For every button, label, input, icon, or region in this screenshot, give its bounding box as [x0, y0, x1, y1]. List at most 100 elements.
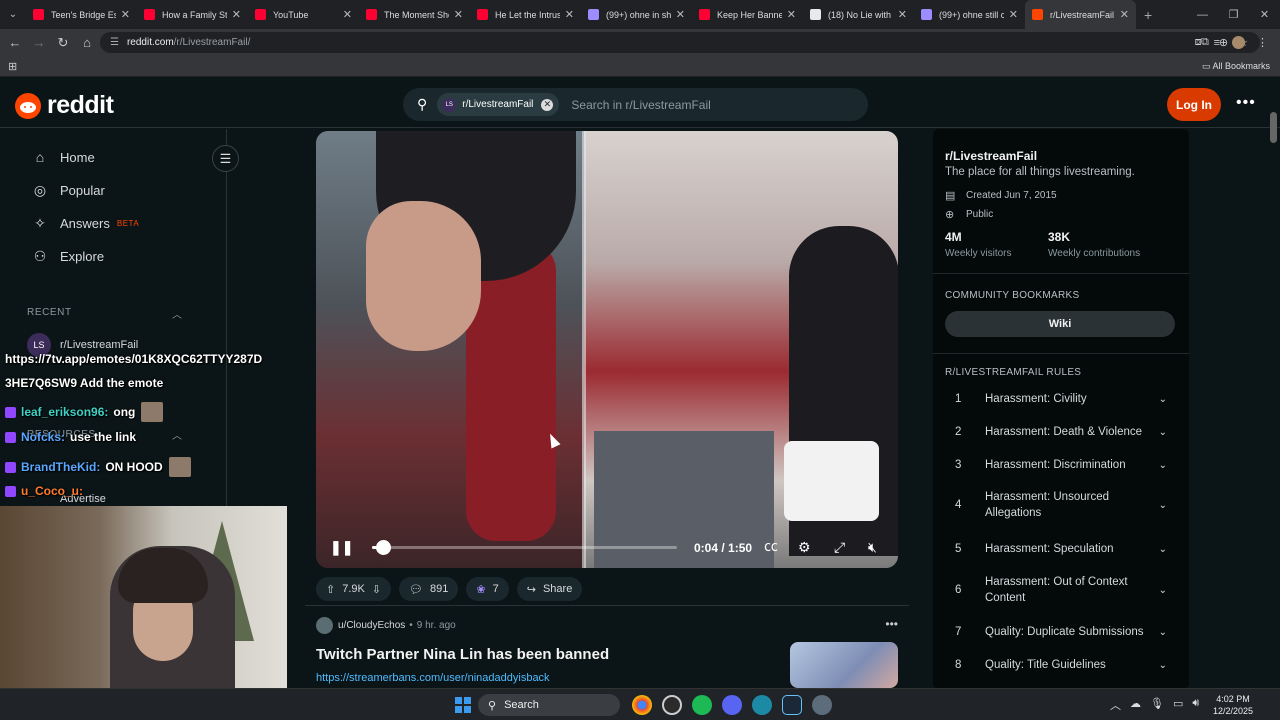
clear-chip-icon[interactable]: ✕ [541, 98, 554, 111]
subreddit-search-chip[interactable]: LS r/LivestreamFail ✕ [437, 93, 560, 116]
chevron-down-icon[interactable]: ⌄ [1159, 544, 1167, 555]
windows-start-icon[interactable] [455, 697, 471, 713]
site-info-icon[interactable]: ☰ [110, 37, 119, 48]
home-button-icon[interactable]: ⌂ [75, 35, 99, 50]
chrome-icon[interactable] [632, 695, 652, 715]
apps-grid-icon[interactable]: ⊞ [8, 60, 17, 73]
close-tab-icon[interactable]: ✕ [454, 8, 463, 21]
close-tab-icon[interactable]: ✕ [787, 8, 796, 21]
browser-tab[interactable]: (99+) ohne in sho ✕ [581, 0, 692, 29]
rule-item[interactable]: 7 Quality: Duplicate Submissions ⌄ [955, 624, 1167, 640]
profile-avatar[interactable] [1232, 36, 1245, 49]
rule-item[interactable]: 8 Quality: Title Guidelines ⌄ [955, 657, 1167, 673]
network-icon[interactable]: ▭ [1173, 697, 1183, 713]
rule-item[interactable]: 2 Harassment: Death & Violence ⌄ [955, 424, 1167, 440]
spotify-icon[interactable] [692, 695, 712, 715]
post-options-icon[interactable]: ••• [885, 617, 898, 631]
sidebar-item-popular[interactable]: ◎ Popular [32, 182, 105, 199]
url-bar[interactable]: ☰ reddit.com/r/LivestreamFail/ ⧉ ⊕ ☆ [100, 32, 1260, 53]
comments-button[interactable]: 💬︎ 891 [399, 577, 459, 601]
settings-app-icon[interactable] [812, 695, 832, 715]
wiki-button[interactable]: Wiki [945, 311, 1175, 337]
rule-item[interactable]: 5 Harassment: Speculation ⌄ [955, 541, 1167, 557]
mute-icon[interactable]: 🔇︎ [868, 539, 877, 556]
close-window-icon[interactable]: ✕ [1249, 8, 1280, 21]
volume-icon[interactable]: 🔊︎ [1192, 697, 1199, 713]
steam-icon[interactable] [782, 695, 802, 715]
reload-icon[interactable]: ↻ [51, 35, 75, 51]
reddit-logo[interactable]: reddit [15, 91, 114, 120]
browser-menu-icon[interactable]: ⋮ [1257, 36, 1268, 49]
chevron-down-icon[interactable]: ⌄ [1159, 460, 1167, 471]
taskbar-search[interactable]: ⚲ Search [478, 694, 620, 716]
chevron-down-icon[interactable]: ⌄ [1159, 427, 1167, 438]
forward-icon[interactable]: → [27, 35, 51, 50]
browser-tab[interactable]: He Let the Intrusi ✕ [470, 0, 581, 29]
rule-item[interactable]: 1 Harassment: Civility ⌄ [955, 391, 1167, 407]
search-bar[interactable]: ⚲ LS r/LivestreamFail ✕ [403, 88, 868, 121]
chevron-up-icon[interactable]: ︿ [172, 306, 182, 321]
chevron-down-icon[interactable]: ⌄ [1159, 585, 1167, 596]
rule-item[interactable]: 4 Harassment: Unsourced Allegations ⌄ [955, 489, 1167, 521]
browser-tab[interactable]: How a Family Sto ✕ [137, 0, 248, 29]
close-tab-icon[interactable]: ✕ [565, 8, 574, 21]
close-tab-icon[interactable]: ✕ [1009, 8, 1018, 21]
back-icon[interactable]: ← [3, 35, 27, 50]
award-button[interactable]: ❀ 7 [466, 577, 509, 601]
close-tab-icon[interactable]: ✕ [121, 8, 130, 21]
settings-gear-icon[interactable]: ⚙ [798, 539, 811, 556]
close-tab-icon[interactable]: ✕ [343, 8, 352, 21]
obs-icon[interactable] [662, 695, 682, 715]
close-tab-icon[interactable]: ✕ [676, 8, 685, 21]
close-tab-icon[interactable]: ✕ [1120, 8, 1129, 21]
chevron-up-icon[interactable]: ︿ [172, 427, 182, 442]
chevron-down-icon[interactable]: ⌄ [1159, 500, 1167, 511]
video-progress-bar[interactable] [372, 540, 677, 555]
close-tab-icon[interactable]: ✕ [232, 8, 241, 21]
browser-tab[interactable]: (99+) ohne still co ✕ [914, 0, 1025, 29]
minimize-icon[interactable]: — [1187, 9, 1218, 21]
share-button[interactable]: ↪ Share [516, 577, 583, 601]
microphone-icon[interactable]: 🎙︎ [1150, 697, 1164, 713]
tab-search-icon[interactable]: ⌄ [0, 0, 26, 29]
discord-icon[interactable] [722, 695, 742, 715]
rule-item[interactable]: 6 Harassment: Out of Context Content ⌄ [955, 574, 1167, 606]
post-card[interactable]: u/CloudyEchos • 9 hr. ago ••• Twitch Par… [316, 617, 906, 688]
downvote-icon[interactable]: ⇩ [372, 583, 381, 596]
browser-tab[interactable]: Teen's Bridge Esca ✕ [26, 0, 137, 29]
video-player[interactable]: ❚❚ 0:04 / 1:50 ㏄ ⚙ ⤢ 🔇︎ [316, 131, 898, 568]
chevron-down-icon[interactable]: ⌄ [1159, 394, 1167, 405]
login-button[interactable]: Log In [1167, 88, 1221, 121]
all-bookmarks[interactable]: ▭ All Bookmarks [1202, 61, 1270, 72]
browser-tab[interactable]: YouTube ✕ [248, 0, 359, 29]
sidebar-item-answers[interactable]: ✧ Answers BETA [32, 215, 139, 232]
post-thumbnail[interactable] [790, 642, 898, 688]
taskbar-clock[interactable]: 4:02 PM 12/2/2025 [1213, 693, 1253, 717]
media-icon[interactable]: ≡ [1214, 37, 1220, 49]
collapse-sidebar-button[interactable]: ☰ [212, 145, 239, 172]
extensions-icon[interactable]: ⧈ [1195, 36, 1202, 49]
post-author[interactable]: u/CloudyEchos [338, 620, 405, 631]
more-options-icon[interactable]: ••• [1236, 94, 1256, 112]
restore-icon[interactable]: ❐ [1218, 8, 1249, 21]
new-tab-button[interactable]: + [1144, 7, 1152, 23]
sidebar-item-home[interactable]: ⌂ Home [32, 149, 95, 165]
edge-icon[interactable] [752, 695, 772, 715]
video-scrubber-handle[interactable] [375, 540, 391, 555]
page-scrollbar[interactable] [1270, 112, 1277, 143]
browser-tab[interactable]: r/LivestreamFail ✕ [1025, 0, 1136, 29]
browser-tab[interactable]: The Moment She ✕ [359, 0, 470, 29]
browser-tab[interactable]: Keep Her Banned ✕ [692, 0, 803, 29]
browser-tab[interactable]: (18) No Lie with E ✕ [803, 0, 914, 29]
captions-icon[interactable]: ㏄ [764, 536, 778, 556]
search-input[interactable] [571, 97, 832, 112]
sidebar-item-explore[interactable]: ⚇ Explore [32, 248, 104, 265]
onedrive-icon[interactable]: ☁ [1130, 697, 1141, 713]
rule-item[interactable]: 3 Harassment: Discrimination ⌄ [955, 457, 1167, 473]
chevron-down-icon[interactable]: ⌄ [1159, 660, 1167, 671]
pause-icon[interactable]: ❚❚ [330, 539, 353, 556]
upvote-icon[interactable]: ⇧ [326, 583, 335, 596]
tray-overflow-icon[interactable]: ︿ [1110, 697, 1121, 713]
close-tab-icon[interactable]: ✕ [898, 8, 907, 21]
chevron-down-icon[interactable]: ⌄ [1159, 627, 1167, 638]
